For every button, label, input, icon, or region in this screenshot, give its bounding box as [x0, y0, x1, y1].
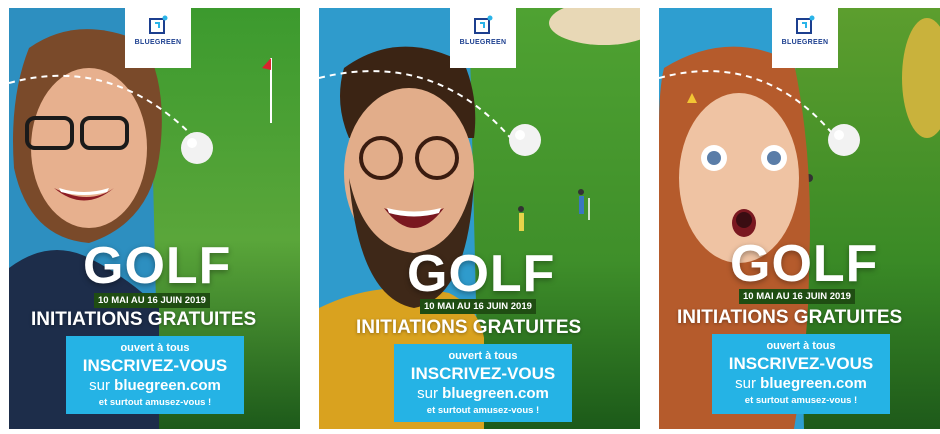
cta-box[interactable]: ouvert à tous INSCRIVEZ-VOUS sur bluegre… [712, 334, 890, 414]
cta-line2: INSCRIVEZ-VOUS [82, 356, 228, 375]
headline: GOLF [83, 237, 232, 295]
dates-label: 10 MAI AU 16 JUIN 2019 [739, 289, 855, 304]
bluegreen-logo-icon [474, 15, 493, 34]
logo-text: BLUEGREEN [134, 39, 182, 46]
cta-website: sur bluegreen.com [712, 375, 890, 392]
poster-woman: BLUEGREEN GOLF 10 MAI AU 16 JUIN 2019 IN… [9, 8, 300, 429]
cta-line2: INSCRIVEZ-VOUS [410, 364, 556, 383]
bluegreen-logo: BLUEGREEN [450, 8, 516, 68]
cta-box[interactable]: ouvert à tous INSCRIVEZ-VOUS sur bluegre… [66, 336, 244, 414]
cta-website: sur bluegreen.com [66, 377, 244, 394]
cta-line4: et surtout amusez-vous ! [426, 405, 540, 416]
cta-line1: ouvert à tous [766, 340, 836, 352]
logo-text: BLUEGREEN [459, 39, 507, 46]
cta-box[interactable]: ouvert à tous INSCRIVEZ-VOUS sur bluegre… [394, 344, 572, 422]
cta-site: bluegreen.com [760, 375, 867, 392]
cta-line3-prefix: sur [417, 385, 443, 402]
headline: GOLF [730, 235, 879, 293]
cta-line2: INSCRIVEZ-VOUS [728, 354, 874, 373]
cta-website: sur bluegreen.com [394, 385, 572, 402]
dates-label: 10 MAI AU 16 JUIN 2019 [420, 299, 536, 314]
poster-girl: BLUEGREEN GOLF 10 MAI AU 16 JUIN 2019 IN… [659, 8, 940, 429]
bluegreen-logo-icon [149, 15, 168, 34]
subtitle: INITIATIONS GRATUITES [356, 317, 582, 338]
bluegreen-logo-icon [796, 15, 815, 34]
cta-site: bluegreen.com [442, 385, 549, 402]
cta-line4: et surtout amusez-vous ! [744, 395, 858, 406]
cta-line1: ouvert à tous [448, 350, 518, 362]
bluegreen-logo: BLUEGREEN [772, 8, 838, 68]
subtitle: INITIATIONS GRATUITES [31, 309, 257, 330]
poster-man: BLUEGREEN GOLF 10 MAI AU 16 JUIN 2019 IN… [319, 8, 640, 429]
dates-label: 10 MAI AU 16 JUIN 2019 [94, 293, 210, 308]
headline: GOLF [407, 245, 556, 303]
logo-text: BLUEGREEN [781, 39, 829, 46]
cta-line1: ouvert à tous [120, 342, 190, 354]
cta-line3-prefix: sur [735, 375, 761, 392]
cta-line3-prefix: sur [89, 377, 115, 394]
bluegreen-logo: BLUEGREEN [125, 8, 191, 68]
cta-line4: et surtout amusez-vous ! [98, 397, 212, 408]
cta-site: bluegreen.com [114, 377, 221, 394]
subtitle: INITIATIONS GRATUITES [677, 307, 903, 328]
